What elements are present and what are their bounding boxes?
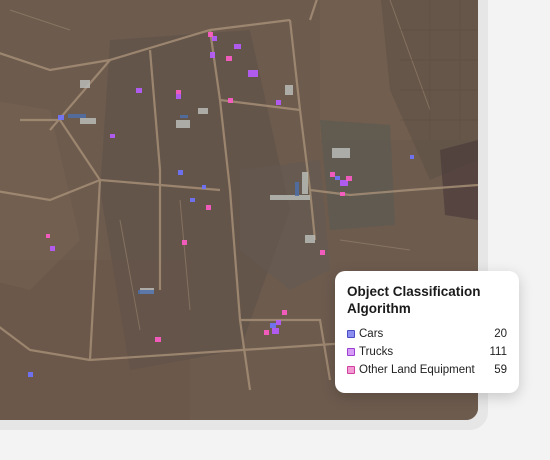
- cars-swatch-icon: [347, 330, 355, 338]
- trucks-swatch-icon: [347, 348, 355, 356]
- legend-label: Other Land Equipment: [359, 364, 475, 376]
- legend-count: 111: [489, 346, 507, 358]
- other-land-equipment-swatch-icon: [347, 366, 355, 374]
- legend-count: 20: [494, 328, 507, 340]
- legend-label: Trucks: [359, 346, 394, 358]
- legend-count: 59: [494, 364, 507, 376]
- legend-row-other-land-equipment: Other Land Equipment 59: [347, 361, 507, 379]
- legend-row-trucks: Trucks 111: [347, 343, 507, 361]
- legend-title: Object Classification Algorithm: [347, 284, 481, 316]
- legend-label: Cars: [359, 328, 384, 340]
- legend-card: Object Classification Algorithm Cars 20 …: [335, 271, 519, 393]
- legend-row-cars: Cars 20: [347, 325, 507, 343]
